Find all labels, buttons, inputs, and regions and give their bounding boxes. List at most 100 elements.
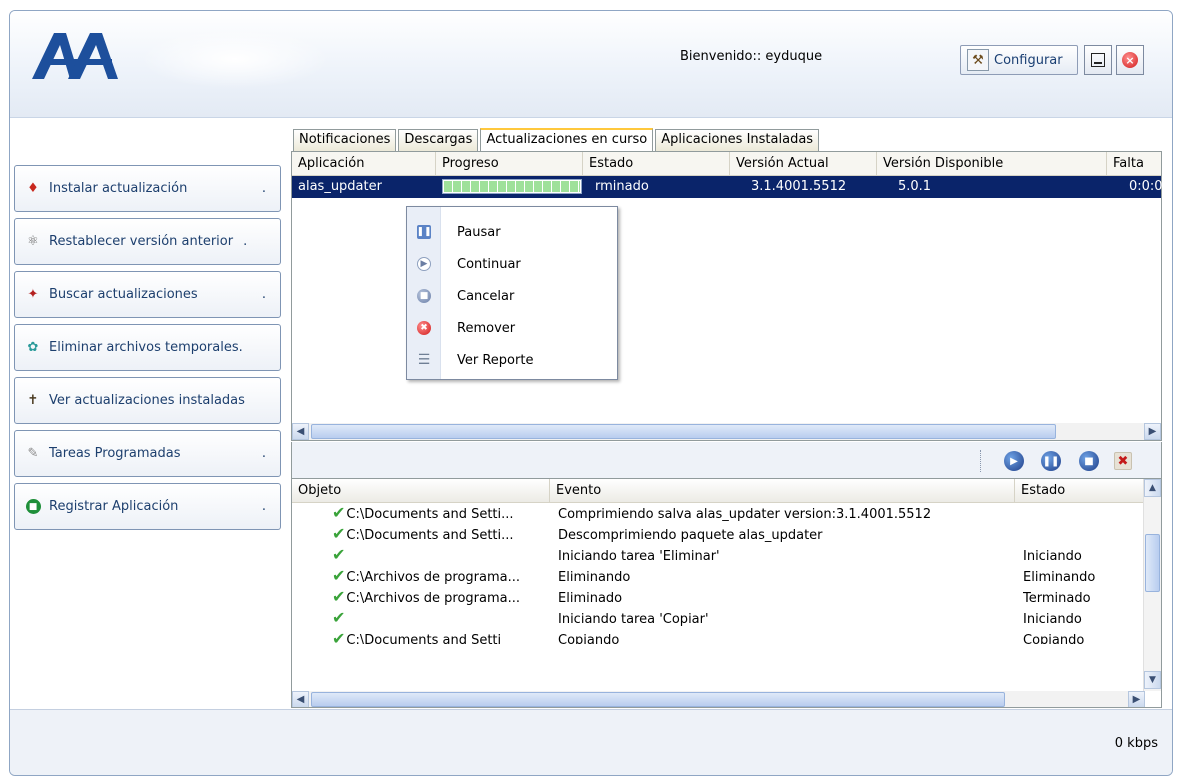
scroll-down-icon[interactable]: ▼ [1144,671,1161,689]
menu-item-label: Continuar [457,256,521,272]
column-header-log-status[interactable]: Estado [1015,479,1145,503]
horizontal-scrollbar[interactable]: ◀ ▶ [292,423,1161,440]
sidebar-item-search-updates[interactable]: ✦ Buscar actualizaciones . [14,271,281,318]
horizontal-scrollbar[interactable]: ◀ ▶ [292,691,1145,707]
sidebar-item-label: Registrar Aplicación [49,499,179,514]
checkmark-icon: ✔ [332,630,346,644]
scroll-thumb[interactable] [311,424,1056,439]
log-object: C:\Archivos de programa... [346,591,520,606]
header-bar: Bienvenido:: eyduque ⚒ Configurar × [10,11,1172,118]
log-status: Eliminando [1023,570,1096,585]
status-bar: 0 kbps [10,709,1172,775]
table-row[interactable]: alas_updater rminado 3.1.4001.5512 5.0.1… [292,176,1163,198]
play-icon[interactable]: ▶ [1004,451,1024,471]
cell-status: rminado [595,179,649,194]
report-icon: ☰ [417,352,431,368]
sidebar-item-label: Ver actualizaciones instaladas [49,393,245,408]
log-object: C:\Documents and Setti... [346,528,514,543]
column-header-current-version[interactable]: Versión Actual [730,152,877,176]
sidebar-item-label: Buscar actualizaciones [49,287,198,302]
sidebar-item-delete-temp-files[interactable]: ✿ Eliminar archivos temporales. [14,324,281,371]
menu-item-label: Ver Reporte [457,352,534,368]
transfer-speed: 0 kbps [1114,736,1158,751]
close-icon: × [1122,52,1138,68]
tab-notifications[interactable]: Notificaciones [293,129,397,151]
sidebar-item-label: Restablecer versión anterior [49,234,234,249]
stop-icon[interactable]: ■ [1079,451,1099,471]
minimize-button[interactable] [1084,45,1112,75]
cell-application: alas_updater [298,179,382,194]
column-header-application[interactable]: Aplicación [292,152,436,176]
column-header-available-version[interactable]: Versión Disponible [877,152,1107,176]
sidebar-item-restore-version[interactable]: ⚛ Restablecer versión anterior . [14,218,281,265]
logo-glow [140,29,330,89]
list-item[interactable]: ✔ Iniciando tarea 'Copiar' Iniciando [292,609,1128,630]
scroll-left-icon[interactable]: ◀ [292,423,309,440]
context-menu: ❚❚ Pausar ▶ Continuar ■ Cancelar ✖ Remov… [406,206,618,380]
sidebar-item-install-update[interactable]: ♦ Instalar actualización . [14,165,281,212]
sidebar-item-installed-updates[interactable]: ✝ Ver actualizaciones instaladas [14,377,281,424]
scroll-thumb[interactable] [311,692,1005,707]
sidebar-item-suffix: . [243,234,248,249]
log-event: Descomprimiendo paquete alas_updater [558,528,823,543]
log-status: Iniciando [1023,612,1082,627]
menu-item-pause[interactable]: ❚❚ Pausar [407,216,617,248]
scroll-up-icon[interactable]: ▲ [1144,479,1161,497]
menu-item-label: Pausar [457,224,501,240]
tab-installed-apps[interactable]: Aplicaciones Instaladas [655,129,820,151]
menu-item-cancel[interactable]: ■ Cancelar [407,280,617,312]
menu-item-view-report[interactable]: ☰ Ver Reporte [407,344,617,376]
scroll-right-icon[interactable]: ▶ [1144,423,1161,440]
vertical-scrollbar[interactable]: ▲ ▼ [1143,479,1161,691]
welcome-text: Bienvenido:: eyduque [680,49,823,64]
search-bird-icon: ✦ [27,287,39,302]
scroll-right-icon[interactable]: ▶ [1128,691,1145,707]
tab-downloads[interactable]: Descargas [398,129,479,151]
configure-label: Configurar [994,52,1063,68]
list-item[interactable]: ✔ Iniciando tarea 'Eliminar' Iniciando [292,546,1128,567]
updates-grid-header: Aplicación Progreso Estado Versión Actua… [292,152,1161,176]
list-item[interactable]: ✔C:\Archivos de programa... Eliminado Te… [292,588,1128,609]
tab-updates-in-progress[interactable]: Actualizaciones en curso [480,128,654,152]
sidebar: ♦ Instalar actualización . ⚛ Restablecer… [10,119,285,709]
scroll-left-icon[interactable]: ◀ [292,691,309,707]
pause-icon[interactable]: ❚❚ [1041,451,1061,471]
list-item[interactable]: ✔C:\Documents and Setti... Descomprimien… [292,525,1128,546]
sidebar-item-register-app[interactable]: ■ Registrar Aplicación . [14,483,281,530]
toolbar-separator [980,450,982,472]
menu-item-remove[interactable]: ✖ Remover [407,312,617,344]
sidebar-item-suffix: . [261,446,266,461]
close-button[interactable]: × [1116,45,1144,75]
figure-icon: ✝ [27,393,39,408]
column-header-remaining[interactable]: Falta [1107,152,1163,176]
app-logo [32,33,118,79]
column-header-status[interactable]: Estado [583,152,730,176]
log-event: Comprimiendo salva alas_updater version:… [558,507,932,522]
log-status: Iniciando [1023,549,1082,564]
list-item[interactable]: ✔C:\Archivos de programa... Eliminando E… [292,567,1128,588]
progress-bar [442,179,582,194]
log-object: C:\Archivos de programa... [346,570,520,585]
sidebar-item-scheduled-tasks[interactable]: ✎ Tareas Programadas . [14,430,281,477]
sidebar-item-suffix: . [261,181,266,196]
log-object: C:\Documents and Setti [346,633,502,644]
list-item[interactable]: ✔C:\Documents and Setti... Comprimiendo … [292,504,1128,525]
delete-icon[interactable]: ✖ [1114,452,1132,470]
column-header-event[interactable]: Evento [550,479,1015,503]
restore-icon: ⚛ [27,234,39,249]
list-item[interactable]: ✔C:\Documents and Setti Copiando Copiand… [292,630,1128,644]
pause-icon: ❚❚ [416,225,432,239]
log-event: Iniciando tarea 'Eliminar' [558,549,720,564]
configure-button[interactable]: ⚒ Configurar [960,45,1078,75]
log-status [1023,525,1123,546]
log-grid: Objeto Evento Estado ✔C:\Documents and S… [291,478,1162,708]
checkmark-icon: ✔ [332,546,346,564]
column-header-object[interactable]: Objeto [292,479,550,503]
checkmark-icon: ✔ [332,609,346,627]
remove-icon: ✖ [417,321,431,335]
log-event: Iniciando tarea 'Copiar' [558,612,709,627]
column-header-progress[interactable]: Progreso [436,152,583,176]
log-event: Eliminado [558,591,623,606]
menu-item-continue[interactable]: ▶ Continuar [407,248,617,280]
scroll-thumb[interactable] [1145,534,1160,592]
